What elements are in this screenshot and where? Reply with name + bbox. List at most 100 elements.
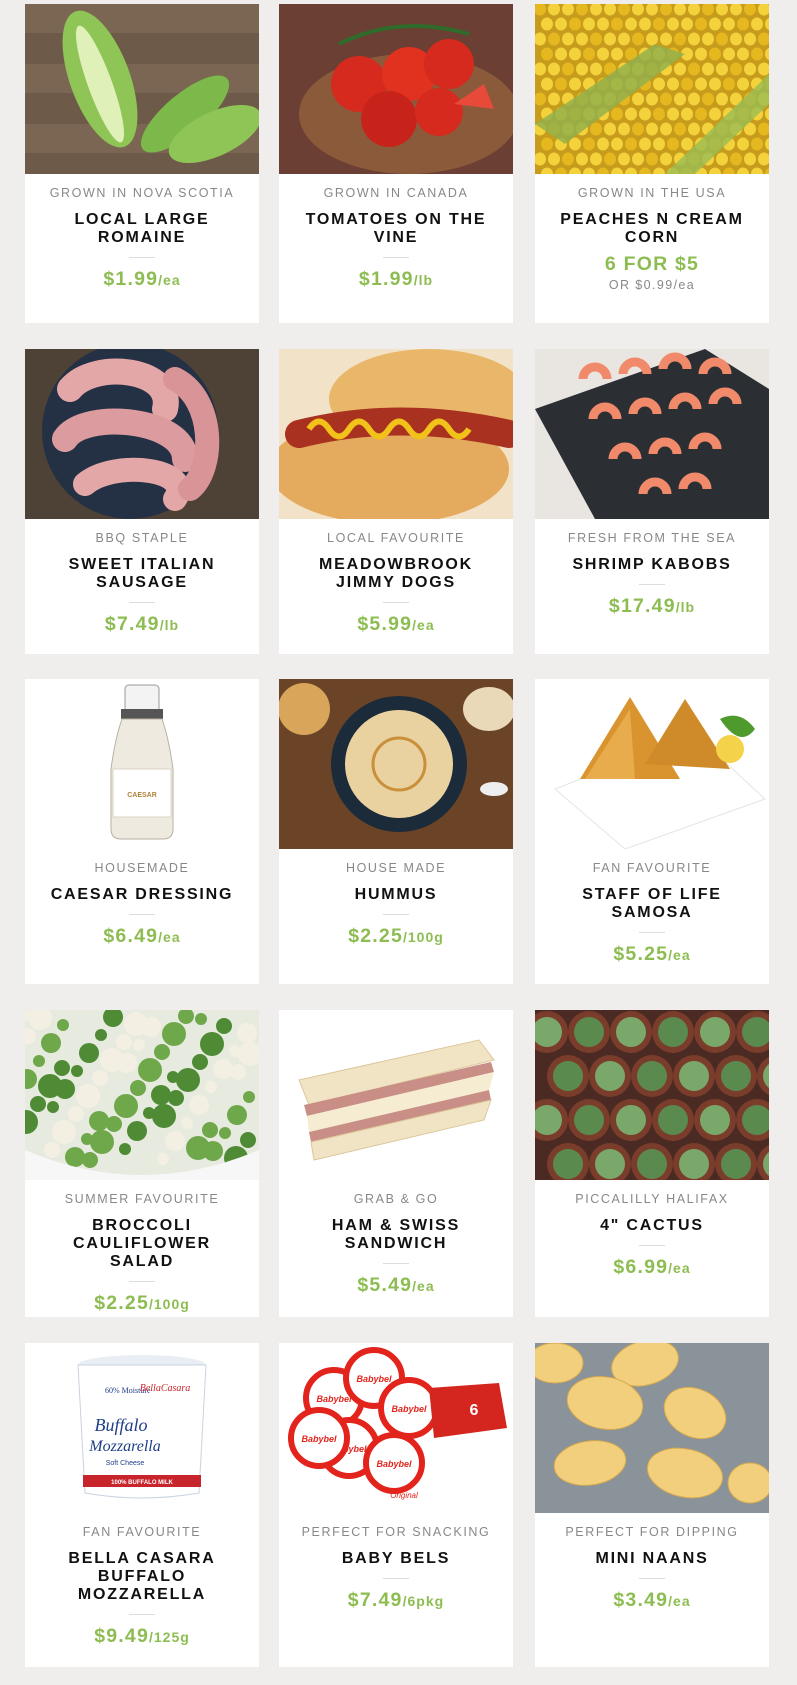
product-price: $1.99/lb: [279, 268, 513, 291]
divider: [383, 1578, 409, 1579]
product-card[interactable]: PICCALILLY HALIFAX 4" CACTUS $6.99/ea: [535, 1010, 769, 1317]
divider: [639, 584, 665, 585]
price-unit: /lb: [159, 617, 180, 633]
product-card[interactable]: FAN FAVOURITE STAFF OF LIFE SAMOSA $5.25/e…: [535, 679, 769, 984]
product-card[interactable]: LOCAL FAVOURITE MEADOWBROOK JIMMY DOGS $5.…: [279, 349, 513, 654]
price-unit: /125g: [149, 1629, 190, 1645]
product-image-tomatoes[interactable]: [279, 4, 513, 174]
product-origin-tag: HOUSE MADE: [345, 861, 447, 875]
svg-text:Soft Cheese: Soft Cheese: [106, 1460, 145, 1467]
svg-text:100% BUFFALO MILK: 100% BUFFALO MILK: [111, 1480, 173, 1486]
product-image-hummus[interactable]: [279, 679, 513, 849]
price-unit: /ea: [412, 617, 435, 633]
product-name[interactable]: HAM & SWISS SANDWICH: [297, 1217, 495, 1253]
price-unit: /100g: [149, 1296, 190, 1312]
product-card[interactable]: BBQ STAPLE SWEET ITALIAN SAUSAGE $7.49/lb: [25, 349, 259, 654]
product-origin-tag: FRESH FROM THE SEA: [567, 531, 737, 545]
product-image-sandwich[interactable]: [279, 1010, 513, 1180]
product-price: $5.49/ea: [279, 1274, 513, 1297]
price-value: $9.49: [94, 1625, 149, 1647]
svg-text:Buffalo: Buffalo: [95, 1415, 148, 1435]
product-name[interactable]: STAFF OF LIFE SAMOSA: [553, 886, 751, 922]
price-unit: /ea: [668, 1260, 691, 1276]
price-value: $5.99: [357, 613, 413, 635]
product-card[interactable]: PERFECT FOR DIPPING MINI NAANS $3.49/ea: [535, 1343, 769, 1667]
product-name[interactable]: BABY BELS: [297, 1550, 495, 1568]
product-price: $17.49/lb: [535, 595, 769, 618]
price-value: $1.99: [358, 268, 414, 290]
product-origin-tag: PERFECT FOR SNACKING: [301, 1525, 491, 1539]
product-name[interactable]: HUMMUS: [297, 886, 495, 904]
divider: [383, 602, 409, 603]
divider: [639, 1578, 665, 1579]
price-unit: /lb: [675, 599, 696, 615]
price-value: $6.49: [103, 925, 159, 947]
price-value: $17.49: [608, 595, 676, 617]
product-origin-tag: GROWN IN THE USA: [577, 186, 727, 200]
product-image-romaine[interactable]: [25, 4, 259, 174]
product-grid: GROWN IN NOVA SCOTIA LOCAL LARGE ROMAINE $…: [0, 0, 797, 1685]
price-value: $7.49: [347, 1589, 403, 1611]
product-name[interactable]: MINI NAANS: [553, 1550, 751, 1568]
svg-text:Babybel: Babybel: [356, 1374, 392, 1384]
product-image-hotdog[interactable]: [279, 349, 513, 519]
product-name[interactable]: SHRIMP KABOBS: [553, 556, 751, 574]
product-name[interactable]: CAESAR DRESSING: [43, 886, 241, 904]
product-image-corn[interactable]: [535, 4, 769, 174]
product-card[interactable]: Babybel Babybel Babybel Babybel Babybel …: [279, 1343, 513, 1667]
product-card[interactable]: GROWN IN THE USA PEACHES N CREAM CORN 6 FO…: [535, 4, 769, 323]
product-image-sausage[interactable]: [25, 349, 259, 519]
price-value: $5.49: [357, 1274, 413, 1296]
product-card[interactable]: CAESAR HOUSEMADE CAESAR DRESSING $6.49/ea: [25, 679, 259, 984]
svg-text:CAESAR: CAESAR: [127, 792, 157, 799]
product-name[interactable]: SWEET ITALIAN SAUSAGE: [43, 556, 241, 592]
product-price: 6 FOR $5: [535, 253, 769, 276]
product-origin-tag: LOCAL FAVOURITE: [327, 531, 465, 545]
product-image-samosa[interactable]: [535, 679, 769, 849]
product-price: $6.99/ea: [535, 1256, 769, 1279]
divider: [383, 914, 409, 915]
product-origin-tag: GRAB & GO: [353, 1192, 439, 1206]
product-image-shrimp[interactable]: [535, 349, 769, 519]
product-origin-tag: FAN FAVOURITE: [592, 861, 712, 875]
price-value: $6.99: [613, 1256, 669, 1278]
price-value: $5.25: [613, 943, 669, 965]
product-name[interactable]: TOMATOES ON THE VINE: [297, 211, 495, 247]
price-value: $3.49: [613, 1589, 669, 1611]
product-card[interactable]: HOUSE MADE HUMMUS $2.25/100g: [279, 679, 513, 984]
product-name[interactable]: MEADOWBROOK JIMMY DOGS: [297, 556, 495, 592]
product-image-dressing[interactable]: CAESAR: [25, 679, 259, 849]
product-card[interactable]: GROWN IN CANADA TOMATOES ON THE VINE $1.99…: [279, 4, 513, 323]
product-card[interactable]: SUMMER FAVOURITE BROCCOLI CAULIFLOWER SAL…: [25, 1010, 259, 1317]
divider: [129, 1281, 155, 1282]
divider: [383, 1263, 409, 1264]
product-image-babybel[interactable]: Babybel Babybel Babybel Babybel Babybel …: [279, 1343, 513, 1513]
price-value: 6 FOR $5: [604, 253, 700, 275]
product-price: $7.49/lb: [25, 613, 259, 636]
product-card[interactable]: FRESH FROM THE SEA SHRIMP KABOBS $17.49/lb: [535, 349, 769, 654]
price-unit: /lb: [413, 272, 434, 288]
product-name[interactable]: PEACHES N CREAM CORN: [553, 211, 751, 247]
product-image-cactus[interactable]: [535, 1010, 769, 1180]
product-card[interactable]: GROWN IN NOVA SCOTIA LOCAL LARGE ROMAINE $…: [25, 4, 259, 323]
price-value: $1.99: [103, 268, 159, 290]
price-value: $7.49: [104, 613, 160, 635]
product-card[interactable]: 60% Moisture BellaCasara Buffalo Mozzare…: [25, 1343, 259, 1667]
product-name[interactable]: BELLA CASARA BUFFALO MOZZARELLA: [43, 1550, 241, 1604]
product-price: $2.25/100g: [25, 1292, 259, 1315]
product-origin-tag: GROWN IN NOVA SCOTIA: [49, 186, 235, 200]
product-image-salad[interactable]: [25, 1010, 259, 1180]
product-image-naan[interactable]: [535, 1343, 769, 1513]
divider: [129, 1614, 155, 1615]
product-name[interactable]: 4" CACTUS: [553, 1217, 751, 1235]
product-image-mozzarella[interactable]: 60% Moisture BellaCasara Buffalo Mozzare…: [25, 1343, 259, 1513]
svg-text:Babybel: Babybel: [376, 1459, 412, 1469]
product-card[interactable]: GRAB & GO HAM & SWISS SANDWICH $5.49/ea: [279, 1010, 513, 1317]
product-price: $5.99/ea: [279, 613, 513, 636]
product-name[interactable]: LOCAL LARGE ROMAINE: [43, 211, 241, 247]
svg-text:Original: Original: [390, 1491, 418, 1500]
svg-text:Babybel: Babybel: [391, 1404, 427, 1414]
product-origin-tag: GROWN IN CANADA: [323, 186, 469, 200]
product-name[interactable]: BROCCOLI CAULIFLOWER SALAD: [43, 1217, 241, 1271]
product-price: $9.49/125g: [25, 1625, 259, 1648]
